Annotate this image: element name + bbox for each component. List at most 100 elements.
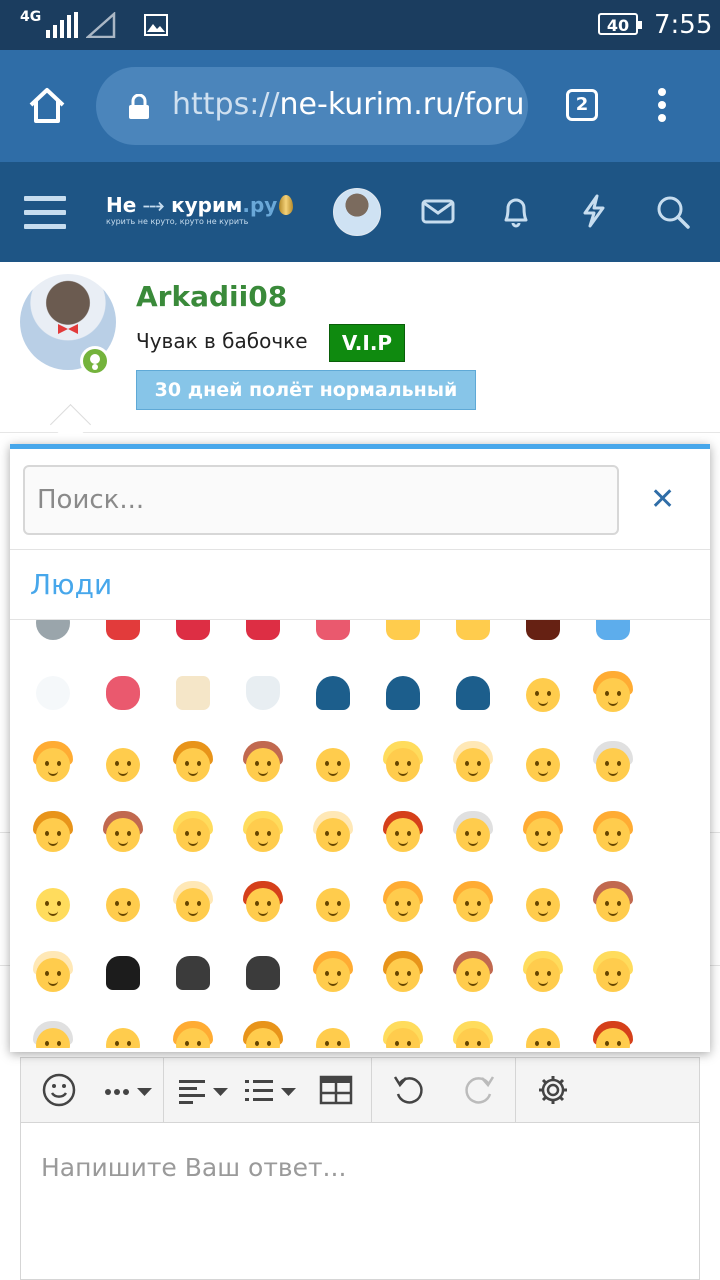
emoji-item[interactable] <box>518 948 566 996</box>
emoji-item[interactable] <box>518 668 566 716</box>
emoji-item[interactable] <box>98 620 146 646</box>
emoji-item[interactable] <box>98 808 146 856</box>
emoji-item[interactable] <box>28 948 76 996</box>
emoji-item[interactable] <box>98 738 146 786</box>
reply-editor: Напишите Ваш ответ... <box>20 1057 700 1280</box>
emoji-item[interactable] <box>588 738 636 786</box>
more-vert-icon[interactable] <box>658 88 668 127</box>
reply-placeholder[interactable]: Напишите Ваш ответ... <box>41 1153 346 1183</box>
emoji-item[interactable] <box>98 668 146 716</box>
emoji-item[interactable] <box>238 620 286 646</box>
site-header: Не ⤏ курим.ру курить не круто, круто не … <box>0 162 720 262</box>
emoji-item[interactable] <box>98 878 146 926</box>
emoji-item[interactable] <box>28 668 76 716</box>
emoji-item[interactable] <box>28 738 76 786</box>
emoji-item[interactable] <box>308 808 356 856</box>
emoji-item[interactable] <box>168 620 216 646</box>
bell-icon[interactable] <box>499 194 533 228</box>
emoji-item[interactable] <box>238 668 286 716</box>
emoji-grid <box>18 620 708 1048</box>
emoji-item[interactable] <box>518 1018 566 1048</box>
emoji-item[interactable] <box>28 878 76 926</box>
emoji-item[interactable] <box>168 1018 216 1048</box>
emoji-item[interactable] <box>28 808 76 856</box>
redo-icon[interactable] <box>461 1072 497 1108</box>
emoji-item[interactable] <box>308 878 356 926</box>
emoji-item[interactable] <box>448 668 496 716</box>
emoji-item[interactable] <box>448 738 496 786</box>
emoji-item[interactable] <box>168 808 216 856</box>
emoji-item[interactable] <box>588 1018 636 1048</box>
emoji-item[interactable] <box>448 1018 496 1048</box>
emoji-item[interactable] <box>588 878 636 926</box>
search-icon[interactable] <box>655 194 691 230</box>
gear-icon[interactable] <box>535 1072 571 1108</box>
emoji-item[interactable] <box>308 620 356 646</box>
menu-icon[interactable] <box>24 196 66 238</box>
emoji-item[interactable] <box>238 738 286 786</box>
emoji-category-label: Люди <box>30 568 113 601</box>
signal-empty-icon <box>86 12 116 38</box>
mail-icon[interactable] <box>421 194 455 228</box>
logo-plane-icon: ⤏ <box>143 193 165 217</box>
image-notification-icon <box>144 14 168 36</box>
site-logo[interactable]: Не ⤏ курим.ру курить не круто, круто не … <box>106 193 294 228</box>
emoji-item[interactable] <box>448 808 496 856</box>
emoji-item[interactable] <box>308 1018 356 1048</box>
emoji-item[interactable] <box>238 808 286 856</box>
emoji-item[interactable] <box>518 878 566 926</box>
signal-icon <box>46 12 78 38</box>
close-icon[interactable]: ✕ <box>650 485 675 515</box>
emoji-item[interactable] <box>588 948 636 996</box>
emoji-item[interactable] <box>378 808 426 856</box>
tabs-button[interactable]: 2 <box>566 89 598 121</box>
url-text: https://ne-kurim.ru/foru <box>172 87 525 122</box>
emoji-item[interactable] <box>588 668 636 716</box>
emoji-item[interactable] <box>588 808 636 856</box>
emoji-item[interactable] <box>308 738 356 786</box>
emoji-item[interactable] <box>168 738 216 786</box>
emoji-item[interactable] <box>518 620 566 646</box>
emoji-item[interactable] <box>168 668 216 716</box>
emoji-item[interactable] <box>308 668 356 716</box>
align-icon[interactable] <box>177 1072 231 1108</box>
nav-avatar[interactable] <box>333 188 381 236</box>
emoji-item[interactable] <box>98 1018 146 1048</box>
user-title: Чувак в бабочке <box>136 329 308 353</box>
emoji-item[interactable] <box>378 738 426 786</box>
emoji-item[interactable] <box>378 668 426 716</box>
emoji-item[interactable] <box>518 738 566 786</box>
emoji-item[interactable] <box>98 948 146 996</box>
emoji-item[interactable] <box>238 878 286 926</box>
browser-toolbar: https://ne-kurim.ru/foru 2 <box>0 50 720 162</box>
emoji-item[interactable] <box>448 948 496 996</box>
emoji-item[interactable] <box>28 1018 76 1048</box>
list-icon[interactable] <box>243 1072 299 1108</box>
editor-toolbar <box>21 1058 699 1123</box>
home-icon[interactable] <box>26 85 68 125</box>
emoji-item[interactable] <box>518 808 566 856</box>
emoji-item[interactable] <box>378 878 426 926</box>
emoji-item[interactable] <box>448 620 496 646</box>
undo-icon[interactable] <box>391 1072 427 1108</box>
smile-icon[interactable] <box>41 1072 77 1108</box>
emoji-item[interactable] <box>378 620 426 646</box>
emoji-search-input[interactable] <box>23 465 619 535</box>
egg-icon <box>279 195 294 215</box>
address-bar[interactable]: https://ne-kurim.ru/foru <box>96 67 528 145</box>
bolt-icon[interactable] <box>579 194 609 228</box>
emoji-item[interactable] <box>168 878 216 926</box>
emoji-item[interactable] <box>378 948 426 996</box>
status-bar: 4G 40 7:55 <box>0 0 720 50</box>
username[interactable]: Arkadii08 <box>136 280 287 314</box>
emoji-item[interactable] <box>28 620 76 646</box>
emoji-item[interactable] <box>308 948 356 996</box>
table-icon[interactable] <box>318 1072 354 1108</box>
more-icon[interactable] <box>103 1072 155 1108</box>
emoji-item[interactable] <box>238 948 286 996</box>
emoji-item[interactable] <box>378 1018 426 1048</box>
emoji-item[interactable] <box>588 620 636 646</box>
emoji-item[interactable] <box>238 1018 286 1048</box>
emoji-item[interactable] <box>448 878 496 926</box>
emoji-item[interactable] <box>168 948 216 996</box>
